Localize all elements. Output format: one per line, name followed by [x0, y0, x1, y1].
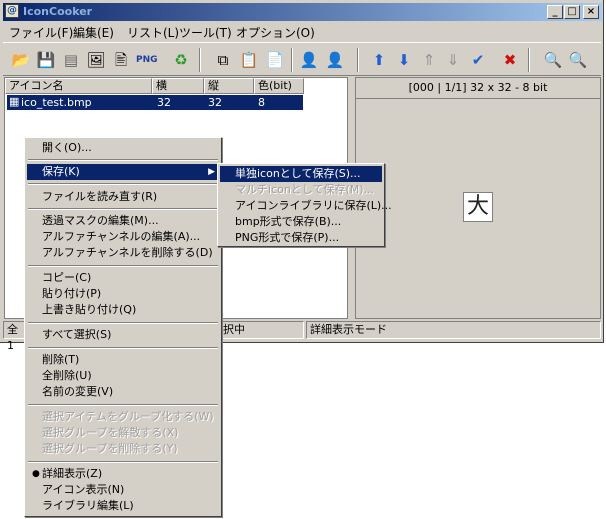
menu-item-delete-group: 選択グループを削除する(Y)	[42, 442, 178, 455]
submenu-item-multi-icon: マルチiconとして保存(M)...	[235, 183, 375, 196]
menu-item-edit-mask[interactable]: 透過マスクの編集(M)...	[27, 213, 219, 229]
png-export-icon[interactable]: PNG	[136, 50, 158, 70]
arrow-up-icon[interactable]: ⬆	[369, 50, 389, 70]
person-green-icon[interactable]: 👤	[325, 50, 345, 70]
menu-list[interactable]: リスト(L)	[127, 24, 179, 41]
column-header-name[interactable]: アイコン名	[5, 78, 152, 94]
menu-item-delete[interactable]: 削除(T)	[27, 352, 219, 368]
bmp-export-icon[interactable]: 🖹	[111, 50, 131, 70]
column-header-bits[interactable]: 色(bit)	[254, 78, 304, 94]
status-selection: 択中	[219, 321, 304, 339]
menu-separator	[28, 322, 218, 324]
menu-item-delete-all[interactable]: 全削除(U)	[27, 368, 219, 384]
menu-item-paste[interactable]: 貼り付け(P)	[27, 286, 219, 302]
toolbar-separator	[528, 48, 530, 72]
arrow-down-icon[interactable]: ⬇	[394, 50, 414, 70]
menu-file[interactable]: ファイル(F)	[9, 24, 73, 41]
menu-item-detail-view-label: 詳細表示(Z)	[42, 467, 103, 480]
person-icon[interactable]: 👤	[299, 50, 319, 70]
icon-preview: 大	[463, 192, 493, 222]
submenu-item-single-icon[interactable]: 単独iconとして保存(S)...	[220, 166, 382, 182]
column-header-height[interactable]: 縦	[204, 78, 254, 94]
open-folder-icon[interactable]: 📂	[11, 50, 31, 70]
save-as-icon[interactable]: 🖼	[86, 50, 106, 70]
app-icon[interactable]: @	[5, 4, 19, 18]
maximize-button[interactable]: □	[564, 5, 580, 19]
menu-item-save[interactable]: 保存(K) ▶	[27, 164, 219, 180]
menu-separator	[28, 183, 218, 185]
submenu-arrow-icon: ▶	[208, 167, 215, 177]
menu-separator	[28, 461, 218, 463]
toolbar-separator	[357, 48, 359, 72]
menu-item-icon-view[interactable]: アイコン表示(N)	[27, 482, 219, 498]
menu-item-open[interactable]: 開く(O)...	[27, 140, 219, 156]
menu-separator	[28, 159, 218, 161]
menu-item-copy[interactable]: コピー(C)	[27, 270, 219, 286]
toolbar-separator	[199, 48, 201, 72]
check-icon[interactable]: ✔	[468, 50, 488, 70]
menu-tools[interactable]: ツール(T)	[179, 24, 232, 41]
menu-item-ungroup: 選択グループを解散する(X)	[42, 426, 179, 439]
delete-icon[interactable]: ✖	[500, 50, 520, 70]
submenu-item-bmp[interactable]: bmp形式で保存(B)...	[220, 214, 382, 230]
menu-options[interactable]: オプション(O)	[236, 24, 315, 41]
submenu-item-png[interactable]: PNG形式で保存(P)...	[220, 230, 382, 246]
menu-item-library-edit[interactable]: ライブラリ編集(L)	[27, 498, 219, 514]
title-bar[interactable]: @ IconCooker _ □ ×	[3, 3, 602, 21]
menu-item-save-label: 保存(K)	[42, 165, 80, 178]
menu-item-edit-alpha[interactable]: アルファチャンネルの編集(A)...	[27, 229, 219, 245]
menu-separator	[28, 404, 218, 406]
menu-separator	[28, 347, 218, 349]
toolbar: 📂 💾 ▤ 🖼 🖹 PNG ♻ ⧉ 📋 📄 👤 👤 ⬆ ⬇ ⇑ ⇓ ✔ ✖ 🔍 …	[3, 42, 601, 76]
refresh-icon[interactable]: ♻	[171, 50, 191, 70]
submenu-item-library[interactable]: アイコンライブラリに保存(L)...	[220, 198, 392, 214]
menu-bar: ファイル(F) 編集(E) リスト(L) ツール(T) オプション(O)	[3, 22, 601, 40]
context-menu: 開く(O)... 保存(K) ▶ ファイルを読み直す(R) 透過マスクの編集(M…	[24, 137, 222, 517]
column-header-width[interactable]: 横	[152, 78, 204, 94]
menu-separator	[28, 265, 218, 267]
toolbar-separator	[291, 48, 293, 72]
row-height: 32	[208, 96, 222, 109]
copy-icon[interactable]: ⧉	[213, 50, 233, 70]
paste-icon[interactable]: 📋	[239, 50, 259, 70]
table-row[interactable]: ▦ ico_test.bmp 32 32 8	[7, 95, 303, 110]
preview-header: [000 | 1/1] 32 x 32 - 8 bit	[356, 78, 600, 99]
save-submenu: 単独iconとして保存(S)... マルチiconとして保存(M)... アイコ…	[217, 163, 392, 247]
menu-item-reload[interactable]: ファイルを読み直す(R)	[27, 189, 219, 205]
radio-bullet-icon: ●	[32, 469, 40, 479]
menu-item-delete-alpha[interactable]: アルファチャンネルを削除する(D)	[27, 245, 219, 261]
save-all-icon[interactable]: ▤	[61, 50, 81, 70]
window-title: IconCooker	[23, 5, 93, 18]
menu-item-detail-view[interactable]: ● 詳細表示(Z)	[27, 466, 219, 482]
close-button[interactable]: ×	[583, 5, 599, 19]
overwrite-paste-icon[interactable]: 📄	[265, 50, 285, 70]
menu-item-select-all[interactable]: すべて選択(S)	[27, 327, 219, 343]
menu-item-rename[interactable]: 名前の変更(V)	[27, 384, 219, 400]
zoom-out-icon[interactable]: 🔍	[568, 50, 588, 70]
save-icon[interactable]: 💾	[36, 50, 56, 70]
menu-item-group-items: 選択アイテムをグループ化する(W)	[42, 410, 214, 423]
move-top-icon[interactable]: ⇑	[419, 50, 439, 70]
row-width: 32	[157, 96, 171, 109]
menu-separator	[28, 208, 218, 210]
status-mode: 詳細表示モード	[306, 321, 601, 339]
move-bottom-icon[interactable]: ⇓	[443, 50, 463, 70]
menu-edit[interactable]: 編集(E)	[73, 24, 114, 41]
minimize-button[interactable]: _	[547, 5, 563, 19]
row-name: ico_test.bmp	[21, 96, 92, 109]
zoom-in-icon[interactable]: 🔍	[543, 50, 563, 70]
menu-item-overwrite-paste[interactable]: 上書き貼り付け(Q)	[27, 302, 219, 318]
preview-pane: [000 | 1/1] 32 x 32 - 8 bit 大	[355, 77, 601, 319]
row-bits: 8	[258, 96, 265, 109]
icon-file-icon: ▦	[9, 95, 20, 108]
